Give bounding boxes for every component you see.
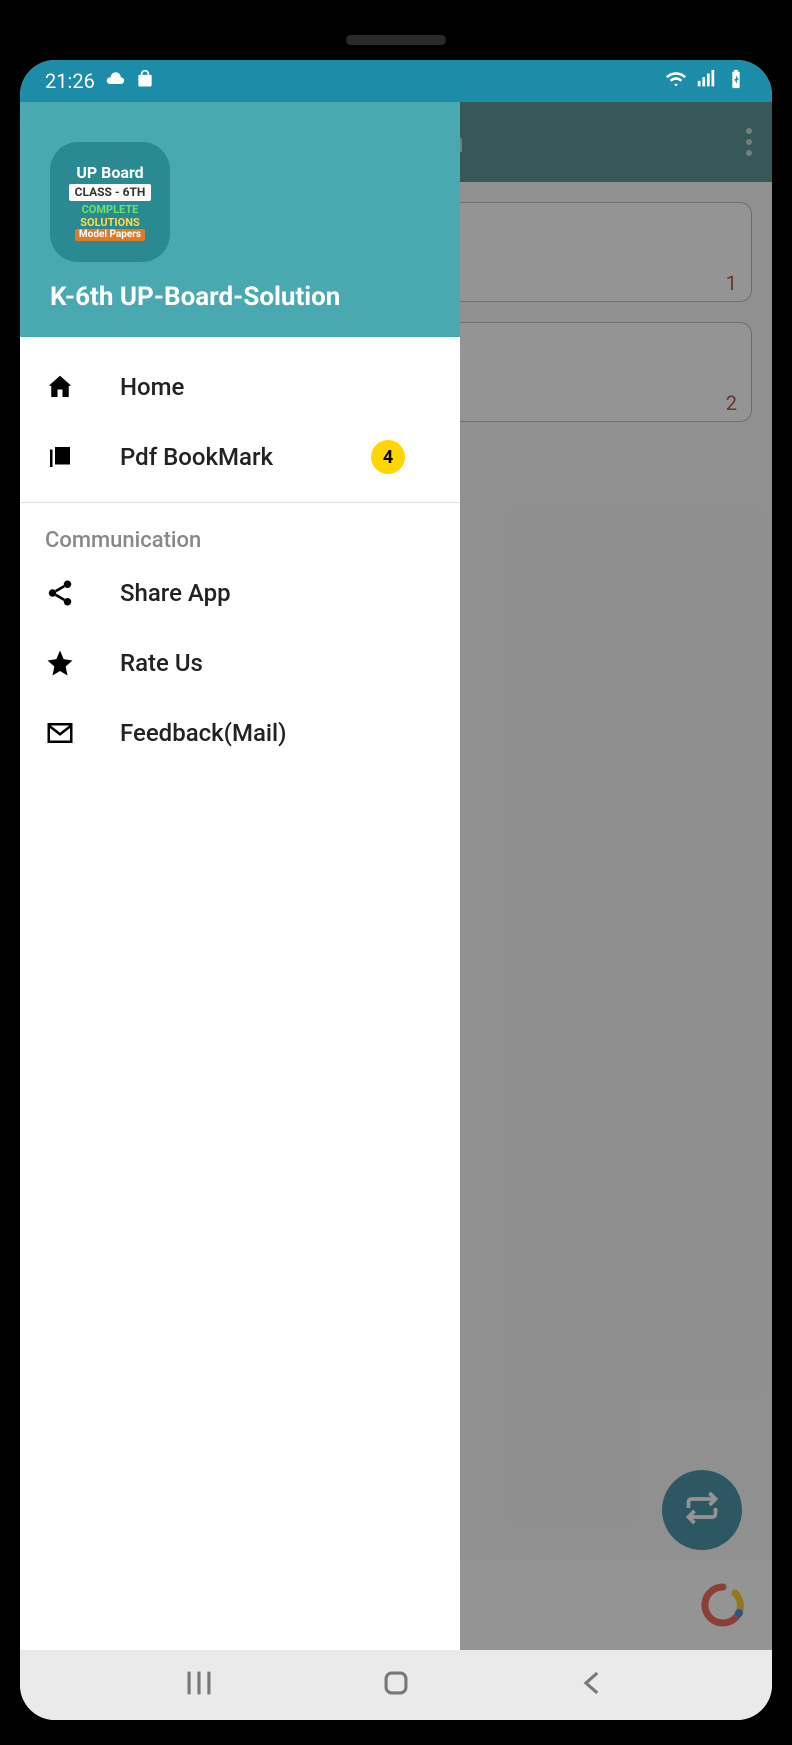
navigation-drawer: UP Board CLASS - 6TH COMPLETE SOLUTIONS … bbox=[20, 102, 460, 1650]
wifi-icon bbox=[665, 68, 687, 95]
app-logo: UP Board CLASS - 6TH COMPLETE SOLUTIONS … bbox=[50, 142, 170, 262]
drawer-item-home[interactable]: Home bbox=[20, 352, 460, 422]
cloud-icon bbox=[105, 69, 125, 94]
bookmark-icon bbox=[45, 442, 75, 472]
screen: 21:26 bbox=[20, 60, 772, 1720]
mail-icon bbox=[45, 718, 75, 748]
divider bbox=[20, 502, 460, 503]
drawer-title: K-6th UP-Board-Solution bbox=[50, 282, 430, 312]
device-frame: 21:26 bbox=[0, 0, 792, 1745]
star-icon bbox=[45, 648, 75, 678]
drawer-header: UP Board CLASS - 6TH COMPLETE SOLUTIONS … bbox=[20, 102, 460, 337]
status-right bbox=[665, 68, 747, 95]
home-icon bbox=[45, 372, 75, 402]
drawer-list: Home Pdf BookMark 4 Communication Share … bbox=[20, 337, 460, 783]
drawer-section-label: Communication bbox=[20, 513, 460, 558]
share-icon bbox=[45, 578, 75, 608]
signal-icon bbox=[695, 68, 717, 95]
recents-button[interactable] bbox=[182, 1666, 216, 1704]
home-button[interactable] bbox=[379, 1666, 413, 1704]
drawer-item-feedback[interactable]: Feedback(Mail) bbox=[20, 698, 460, 768]
status-bar: 21:26 bbox=[20, 60, 772, 102]
drawer-item-label: Home bbox=[120, 373, 184, 401]
drawer-item-label: Feedback(Mail) bbox=[120, 719, 287, 747]
drawer-item-rate[interactable]: Rate Us bbox=[20, 628, 460, 698]
back-button[interactable] bbox=[576, 1666, 610, 1704]
drawer-item-share[interactable]: Share App bbox=[20, 558, 460, 628]
bag-icon bbox=[135, 69, 155, 94]
status-left: 21:26 bbox=[45, 69, 155, 94]
status-time: 21:26 bbox=[45, 69, 95, 93]
bookmark-badge: 4 bbox=[371, 440, 405, 474]
drawer-item-label: Rate Us bbox=[120, 649, 203, 677]
drawer-item-bookmark[interactable]: Pdf BookMark 4 bbox=[20, 422, 460, 492]
drawer-item-label: Pdf BookMark bbox=[120, 443, 273, 471]
battery-icon bbox=[725, 68, 747, 95]
system-nav-bar bbox=[20, 1650, 772, 1720]
drawer-item-label: Share App bbox=[120, 579, 231, 607]
